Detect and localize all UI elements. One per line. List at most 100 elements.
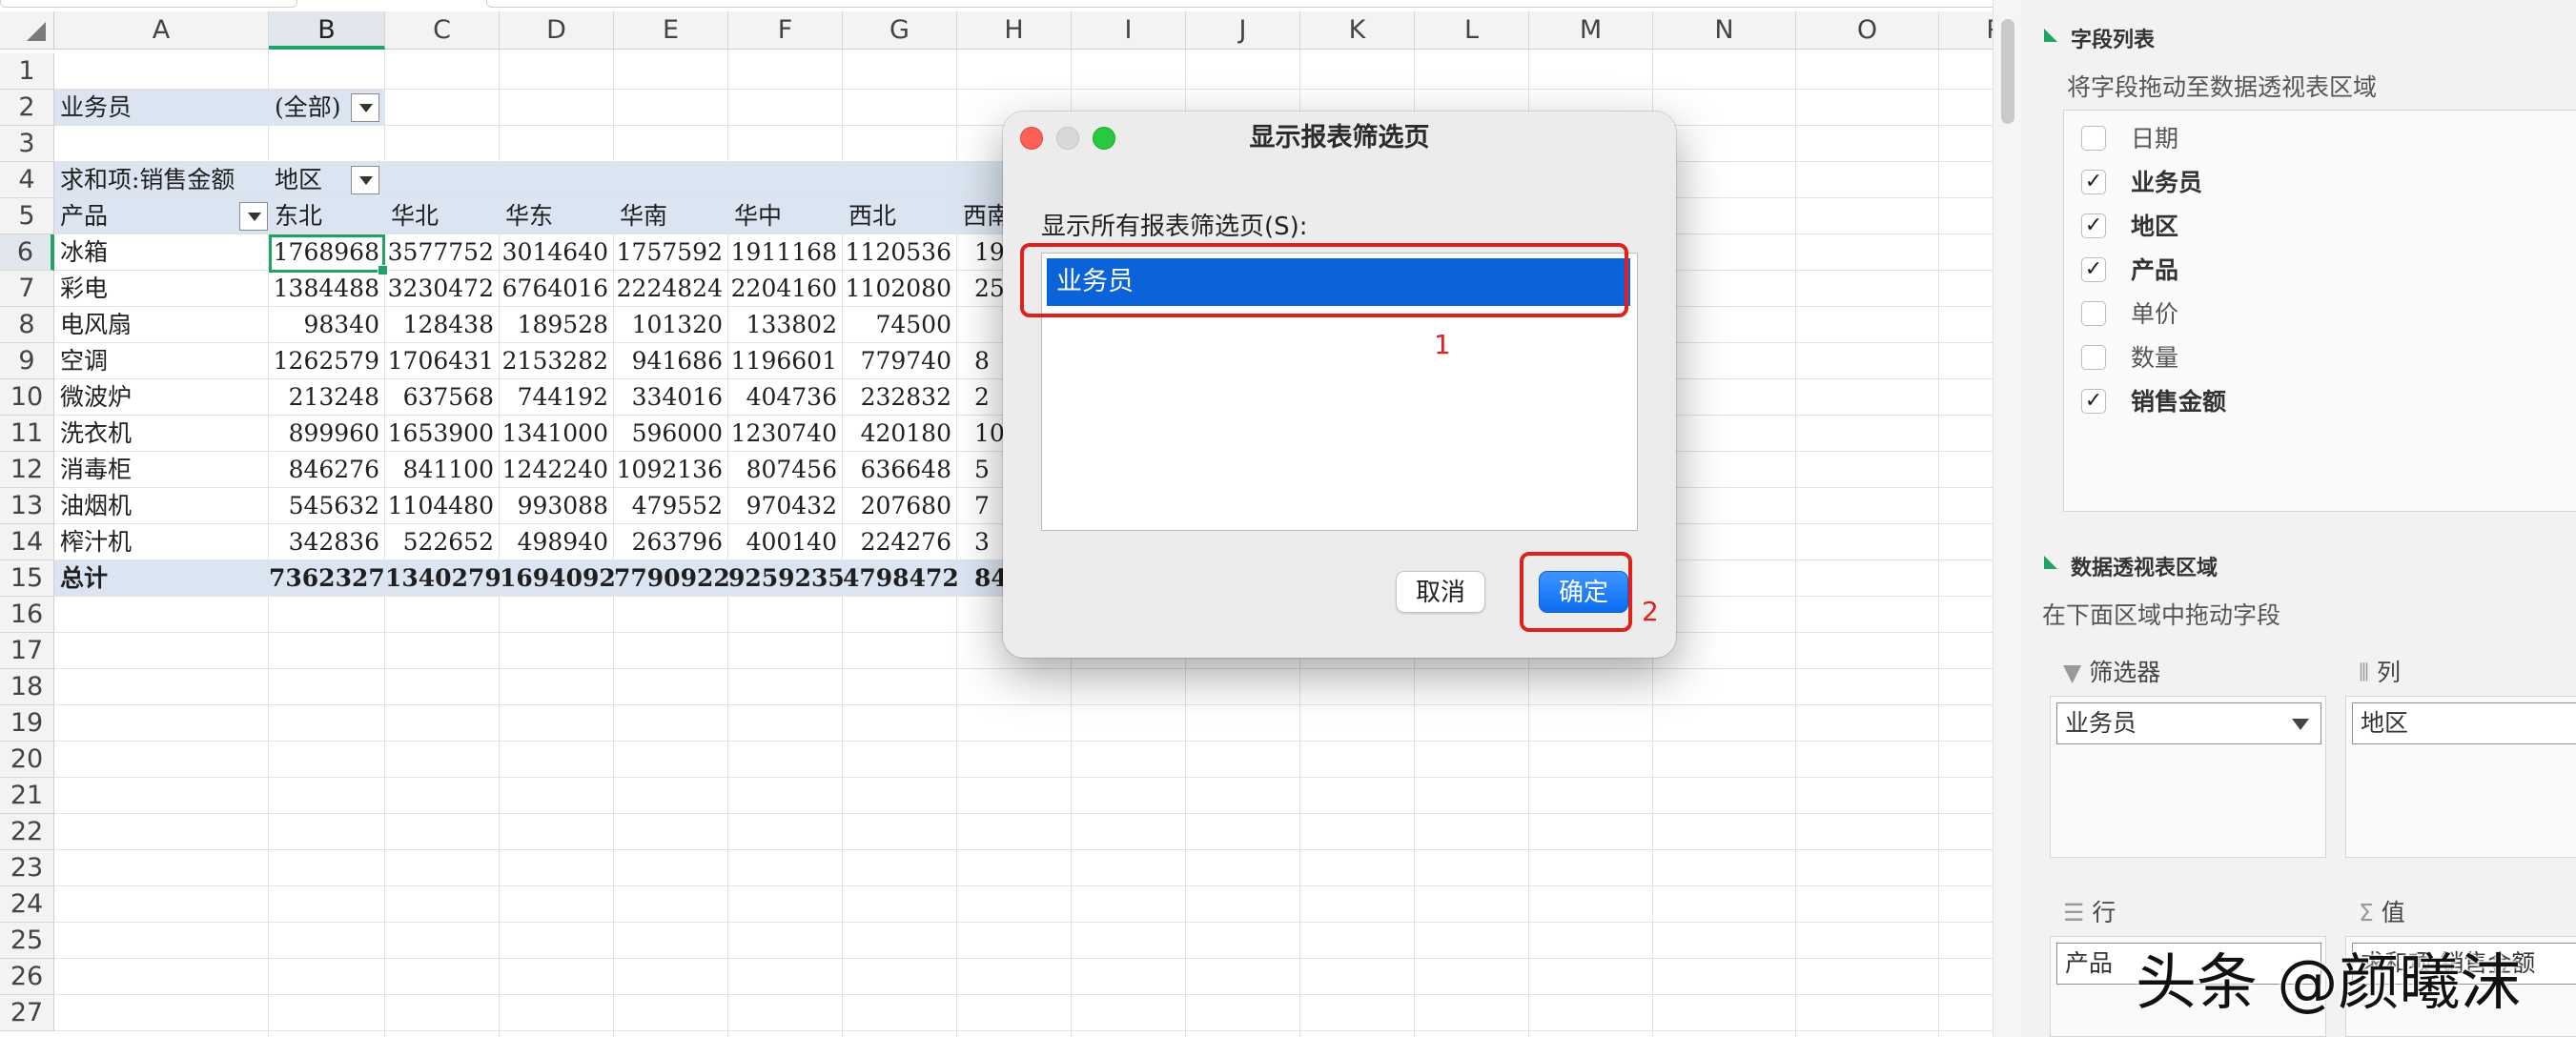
data-cell[interactable]: 224276: [843, 524, 957, 560]
row-header-11[interactable]: 11: [0, 416, 54, 452]
column-header-l[interactable]: L: [1415, 11, 1529, 50]
data-cell[interactable]: 1102080: [843, 271, 957, 307]
row-dropdown-arrow-icon[interactable]: [239, 202, 268, 231]
data-cell[interactable]: 1104480: [385, 488, 500, 524]
field-item[interactable]: 日期: [2064, 120, 2576, 158]
field-item[interactable]: ✓ 产品: [2064, 252, 2576, 290]
row-header-7[interactable]: 7: [0, 271, 54, 307]
data-cell[interactable]: 1262579: [269, 343, 385, 379]
checkbox[interactable]: [2081, 126, 2106, 151]
data-cell[interactable]: 522652: [385, 524, 500, 560]
data-cell[interactable]: 1384488: [269, 271, 385, 307]
data-cell[interactable]: 98340: [269, 307, 385, 343]
field-item[interactable]: 单价: [2064, 295, 2576, 334]
row-header-12[interactable]: 12: [0, 452, 54, 488]
active-cell-b6[interactable]: [269, 234, 388, 275]
field-item[interactable]: 数量: [2064, 339, 2576, 377]
formula-bar[interactable]: [486, 0, 1993, 8]
data-cell[interactable]: 263796: [614, 524, 728, 560]
column-header-m[interactable]: M: [1529, 11, 1653, 50]
column-header-h[interactable]: H: [957, 11, 1072, 50]
row-header-9[interactable]: 9: [0, 343, 54, 379]
data-cell[interactable]: 993088: [500, 488, 614, 524]
data-cell[interactable]: 4798472: [843, 560, 957, 597]
data-cell[interactable]: 841100: [385, 452, 500, 488]
data-cell[interactable]: 189528: [500, 307, 614, 343]
field-item[interactable]: ✓ 地区: [2064, 208, 2576, 246]
row-header-18[interactable]: 18: [0, 669, 54, 705]
data-cell[interactable]: 334016: [614, 379, 728, 416]
data-cell[interactable]: 779740: [843, 343, 957, 379]
row-header-25[interactable]: 25: [0, 923, 54, 959]
vertical-scrollbar[interactable]: [1993, 0, 2022, 1037]
checkmark-icon[interactable]: ✓: [2081, 389, 2106, 414]
row-header-23[interactable]: 23: [0, 850, 54, 886]
data-cell[interactable]: 1242240: [500, 452, 614, 488]
column-header-b[interactable]: B: [269, 11, 385, 50]
data-cell[interactable]: 1341000: [500, 416, 614, 452]
data-cell[interactable]: 1757592: [614, 234, 728, 271]
data-cell[interactable]: 213248: [269, 379, 385, 416]
data-cell[interactable]: 2204160: [728, 271, 843, 307]
row-header-4[interactable]: 4: [0, 162, 54, 198]
data-cell[interactable]: 7362327: [269, 560, 385, 597]
row-header-26[interactable]: 26: [0, 959, 54, 995]
collapse-triangle-icon[interactable]: [2044, 29, 2057, 42]
data-cell[interactable]: 7790922: [614, 560, 728, 597]
data-cell[interactable]: 404736: [728, 379, 843, 416]
column-header-o[interactable]: O: [1796, 11, 1939, 50]
row-header-1[interactable]: 1: [0, 53, 54, 90]
collapse-triangle-icon[interactable]: [2044, 556, 2057, 569]
column-header-c[interactable]: C: [385, 11, 500, 50]
data-cell[interactable]: 545632: [269, 488, 385, 524]
checkmark-icon[interactable]: ✓: [2081, 170, 2106, 194]
row-header-27[interactable]: 27: [0, 995, 54, 1031]
field-item[interactable]: ✓ 销售金额: [2064, 383, 2576, 421]
column-area[interactable]: 地区: [2345, 696, 2576, 858]
data-cell[interactable]: 13402793: [385, 560, 500, 597]
data-cell[interactable]: 1092136: [614, 452, 728, 488]
row-header-24[interactable]: 24: [0, 886, 54, 923]
data-cell[interactable]: 9259235: [728, 560, 843, 597]
row-header-22[interactable]: 22: [0, 814, 54, 850]
field-list[interactable]: 日期 ✓ 业务员 ✓ 地区 ✓ 产品单价数量 ✓ 销售金额: [2063, 110, 2576, 512]
column-header-e[interactable]: E: [614, 11, 728, 50]
name-box[interactable]: [0, 0, 297, 8]
checkmark-icon[interactable]: ✓: [2081, 214, 2106, 238]
data-cell[interactable]: 970432: [728, 488, 843, 524]
checkbox[interactable]: [2081, 345, 2106, 370]
data-cell[interactable]: 74500: [843, 307, 957, 343]
row-header-3[interactable]: 3: [0, 126, 54, 162]
data-cell[interactable]: 133802: [728, 307, 843, 343]
row-header-10[interactable]: 10: [0, 379, 54, 416]
row-header-20[interactable]: 20: [0, 742, 54, 778]
column-header-i[interactable]: I: [1072, 11, 1186, 50]
data-cell[interactable]: 3230472: [385, 271, 500, 307]
data-cell[interactable]: 6764016: [500, 271, 614, 307]
column-field-combo[interactable]: 地区: [2352, 702, 2576, 744]
filter-dropdown-arrow-icon[interactable]: [351, 93, 379, 122]
row-header-6[interactable]: 6: [0, 234, 54, 271]
dropdown-arrow-icon[interactable]: [2292, 719, 2309, 730]
data-cell[interactable]: 2153282: [500, 343, 614, 379]
data-cell[interactable]: 744192: [500, 379, 614, 416]
data-cell[interactable]: 637568: [385, 379, 500, 416]
scroll-thumb[interactable]: [2001, 19, 2014, 124]
column-header-a[interactable]: A: [54, 11, 269, 50]
column-header-k[interactable]: K: [1300, 11, 1415, 50]
data-cell[interactable]: 636648: [843, 452, 957, 488]
field-item[interactable]: ✓ 业务员: [2064, 164, 2576, 202]
data-cell[interactable]: 207680: [843, 488, 957, 524]
data-cell[interactable]: 16940926: [500, 560, 614, 597]
column-header-n[interactable]: N: [1653, 11, 1796, 50]
data-cell[interactable]: 2224824: [614, 271, 728, 307]
data-cell[interactable]: 1911168: [728, 234, 843, 271]
data-cell[interactable]: 232832: [843, 379, 957, 416]
spreadsheet-grid[interactable]: ABCDEFGHIJKLMNOP 12345678910111213141516…: [0, 0, 1993, 1037]
data-cell[interactable]: 1230740: [728, 416, 843, 452]
filter-field-combo[interactable]: 业务员: [2056, 702, 2321, 744]
select-all-corner[interactable]: [0, 11, 54, 50]
column-header-j[interactable]: J: [1186, 11, 1300, 50]
data-cell[interactable]: 479552: [614, 488, 728, 524]
data-cell[interactable]: 400140: [728, 524, 843, 560]
